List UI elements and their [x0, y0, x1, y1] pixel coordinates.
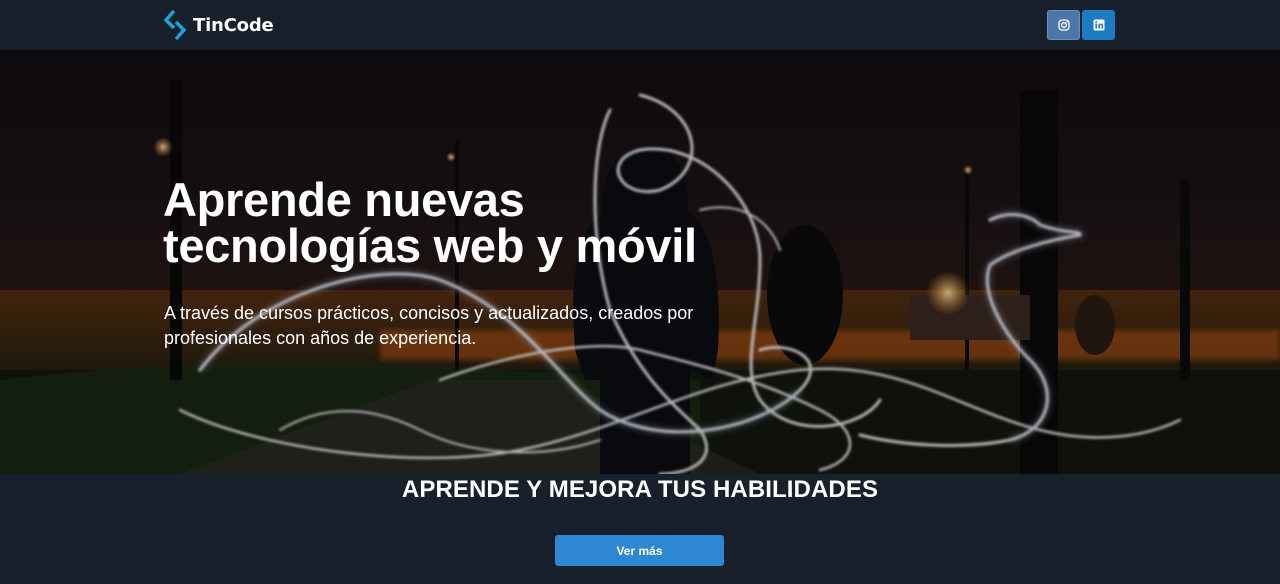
hero-subtitle: A través de cursos prácticos, concisos y… [164, 301, 724, 351]
hero-subtitle-line-2: profesionales con años de experiencia. [164, 328, 477, 348]
linkedin-button[interactable] [1082, 10, 1115, 40]
instagram-icon [1057, 19, 1070, 31]
hero-subtitle-line-1: A través de cursos prácticos, concisos y… [164, 303, 694, 323]
brand-name: TinCode [193, 14, 274, 36]
hero-section: Aprende nuevas tecnologías web y móvil A… [0, 50, 1280, 474]
brand-link[interactable]: TinCode [163, 9, 274, 41]
navbar: TinCode [0, 0, 1280, 50]
skills-section-title: APRENDE Y MEJORA TUS HABILIDADES [401, 476, 879, 503]
hero-title: Aprende nuevas tecnologías web y móvil [163, 176, 763, 272]
instagram-button[interactable] [1047, 10, 1080, 40]
linkedin-icon [1093, 19, 1104, 31]
hero-title-line-2: tecnologías web y móvil [163, 219, 697, 272]
code-bracket-logo-icon [163, 9, 187, 41]
see-more-button[interactable]: Ver más [555, 535, 724, 566]
